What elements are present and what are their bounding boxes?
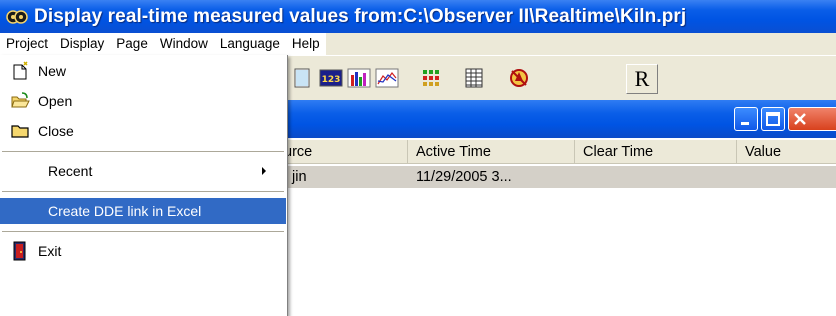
cell-clear-time — [575, 166, 583, 188]
menu-item-exit[interactable]: Exit — [0, 238, 286, 264]
line-chart-icon[interactable] — [374, 65, 400, 91]
closed-folder-icon — [10, 121, 30, 141]
cell-value — [737, 166, 745, 188]
menu-item-create-dde-link[interactable]: Create DDE link in Excel — [0, 198, 286, 224]
menu-project[interactable]: Project — [0, 33, 55, 55]
menu-item-recent[interactable]: Recent — [0, 158, 286, 184]
column-clear-time[interactable]: Clear Time — [575, 140, 737, 164]
bar-chart-icon[interactable] — [346, 65, 372, 91]
menu-separator — [2, 151, 284, 152]
menu-help[interactable]: Help — [286, 33, 326, 55]
menu-bar: Project Display Page Window Language Hel… — [0, 33, 836, 55]
menu-item-new[interactable]: New — [0, 58, 286, 84]
window-titlebar[interactable]: Display real-time measured values from:C… — [0, 0, 836, 33]
r-button[interactable]: R — [626, 64, 658, 94]
column-value[interactable]: Value — [737, 140, 836, 164]
menu-page[interactable]: Page — [110, 33, 154, 55]
menu-item-label: Close — [38, 123, 74, 139]
menu-window[interactable]: Window — [154, 33, 214, 55]
close-button[interactable] — [788, 107, 836, 131]
column-active-time[interactable]: Active Time — [408, 140, 575, 164]
project-menu: New Open Close Recent Create DDE link in… — [0, 55, 288, 316]
submenu-arrow-icon — [262, 167, 266, 175]
svg-text:123: 123 — [322, 75, 341, 85]
numeric-display-icon[interactable]: 123 — [318, 65, 344, 91]
maximize-button[interactable] — [761, 107, 785, 131]
new-document-icon — [10, 61, 30, 81]
minimize-button[interactable] — [734, 107, 758, 131]
open-folder-icon — [10, 91, 30, 111]
column-source[interactable]: urce — [276, 140, 408, 164]
exit-door-icon — [10, 241, 30, 261]
menu-display[interactable]: Display — [54, 33, 110, 55]
menu-item-label: Exit — [38, 243, 62, 259]
menu-item-open[interactable]: Open — [0, 88, 286, 114]
menu-separator — [2, 191, 284, 192]
menu-separator — [2, 231, 284, 232]
alarm-icon[interactable] — [506, 65, 532, 91]
cell-active-time: 11/29/2005 3... — [416, 169, 512, 185]
grid-dots-icon[interactable] — [418, 65, 444, 91]
table-icon[interactable] — [461, 65, 487, 91]
menu-language[interactable]: Language — [214, 33, 286, 55]
app-icon — [6, 6, 28, 28]
window-title: Display real-time measured values from:C… — [34, 5, 687, 27]
menu-item-label: Create DDE link in Excel — [48, 203, 202, 219]
menu-item-label: Recent — [48, 163, 93, 179]
menu-item-label: Open — [38, 93, 73, 109]
view-icon[interactable] — [290, 65, 316, 91]
menu-item-close[interactable]: Close — [0, 118, 286, 144]
menu-item-label: New — [38, 63, 67, 79]
